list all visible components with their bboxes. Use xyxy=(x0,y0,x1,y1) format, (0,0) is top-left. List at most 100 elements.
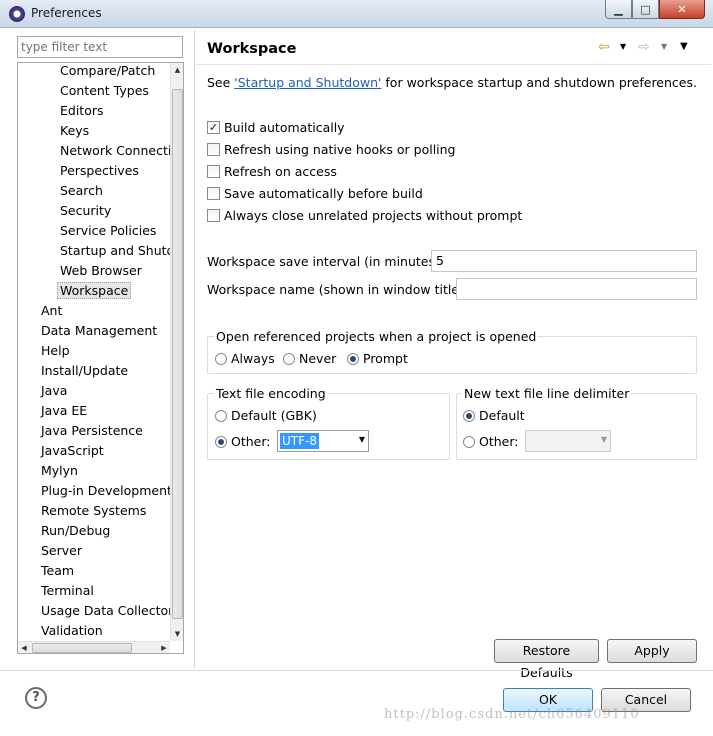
tree-item-label: Compare/Patch xyxy=(60,63,156,78)
tree-item[interactable]: Network Connecti xyxy=(18,141,170,161)
tree-item[interactable]: Java xyxy=(18,381,170,401)
tree-item[interactable]: Plug-in Development xyxy=(18,481,170,501)
tree-item[interactable]: Remote Systems xyxy=(18,501,170,521)
delimiter-select[interactable]: ▼ xyxy=(525,430,611,452)
tree-item[interactable]: Run/Debug xyxy=(18,521,170,541)
tree-item[interactable]: Mylyn xyxy=(18,461,170,481)
delimiter-default-option[interactable]: Default xyxy=(463,408,525,423)
tree-item[interactable]: Compare/Patch xyxy=(18,63,170,81)
open-ref-prompt-option[interactable]: Prompt xyxy=(347,351,408,366)
filter-input[interactable] xyxy=(17,36,183,58)
open-ref-never-radio[interactable] xyxy=(283,352,295,365)
encoding-other-label: Other: xyxy=(231,434,271,449)
workspace-name-field[interactable] xyxy=(456,278,697,300)
tree-item[interactable]: Search xyxy=(18,181,170,201)
save-before-build-checkbox[interactable] xyxy=(207,186,220,200)
view-menu-icon[interactable]: ▼ xyxy=(680,38,688,56)
back-menu-icon[interactable]: ▼ xyxy=(620,38,626,56)
delimiter-select-value xyxy=(528,433,532,449)
encoding-default-radio[interactable] xyxy=(215,409,227,422)
delimiter-default-label: Default xyxy=(479,408,525,423)
tree-item[interactable]: Install/Update xyxy=(18,361,170,381)
build-automatically-option[interactable]: ✓ Build automatically xyxy=(207,118,345,136)
workspace-name-label: Workspace name (shown in window title): xyxy=(207,282,469,297)
tree-item[interactable]: Editors xyxy=(18,101,170,121)
forward-arrow-icon[interactable]: ⇨ xyxy=(638,38,650,56)
tree-item[interactable]: Service Policies xyxy=(18,221,170,241)
tree-item-label: Startup and Shutd xyxy=(60,243,170,258)
open-ref-prompt-label: Prompt xyxy=(363,351,408,366)
encoding-other-option[interactable]: Other: xyxy=(215,434,270,449)
tree-vertical-scrollbar[interactable]: ▲ ▼ xyxy=(170,63,183,641)
tree-item[interactable]: Content Types xyxy=(18,81,170,101)
help-icon[interactable]: ? xyxy=(25,687,47,709)
tree-item-label: Workspace xyxy=(57,282,132,299)
tree-item[interactable]: Validation xyxy=(18,621,170,641)
restore-defaults-button[interactable]: Restore Defaults xyxy=(494,639,599,680)
build-automatically-checkbox[interactable]: ✓ xyxy=(207,120,220,134)
encoding-other-radio[interactable] xyxy=(215,435,227,448)
tree-item[interactable]: Server xyxy=(18,541,170,561)
tree-item[interactable]: Team xyxy=(18,561,170,581)
tree-item[interactable]: Web Browser xyxy=(18,261,170,281)
tree-item-label: Mylyn xyxy=(41,463,78,478)
tree-item[interactable]: Java EE xyxy=(18,401,170,421)
scroll-right-icon[interactable]: ▶ xyxy=(158,642,170,653)
scroll-left-icon[interactable]: ◀ xyxy=(18,642,30,653)
delimiter-default-radio[interactable] xyxy=(463,409,475,422)
tree-item[interactable]: Data Management xyxy=(18,321,170,341)
scroll-thumb[interactable] xyxy=(172,89,183,619)
tree-item[interactable]: JavaScript xyxy=(18,441,170,461)
open-ref-always-radio[interactable] xyxy=(215,352,227,365)
watermark: http://blog.csdn.net/ch656409110 xyxy=(384,707,640,722)
save-before-build-label: Save automatically before build xyxy=(224,185,423,201)
scroll-down-icon[interactable]: ▼ xyxy=(171,627,183,641)
hscroll-thumb[interactable] xyxy=(32,643,132,653)
tree-item-label: Team xyxy=(41,563,75,578)
minimize-button[interactable]: ▁ xyxy=(605,0,632,19)
tree-item[interactable]: Workspace xyxy=(18,281,170,301)
refresh-native-hooks-option[interactable]: Refresh using native hooks or polling xyxy=(207,140,456,158)
tree-item[interactable]: Ant xyxy=(18,301,170,321)
tree-item[interactable]: Keys xyxy=(18,121,170,141)
save-before-build-option[interactable]: Save automatically before build xyxy=(207,184,423,202)
chevron-down-icon[interactable]: ▼ xyxy=(601,435,607,444)
tree-item-label: Help xyxy=(41,343,70,358)
scroll-up-icon[interactable]: ▲ xyxy=(171,63,183,77)
refresh-on-access-checkbox[interactable] xyxy=(207,164,220,178)
tree-item[interactable]: Perspectives xyxy=(18,161,170,181)
open-ref-never-option[interactable]: Never xyxy=(283,351,336,366)
encoding-default-option[interactable]: Default (GBK) xyxy=(215,408,317,423)
startup-shutdown-link[interactable]: 'Startup and Shutdown' xyxy=(234,75,381,90)
delimiter-title: New text file line delimiter xyxy=(462,386,632,401)
tree-item[interactable]: Usage Data Collector xyxy=(18,601,170,621)
maximize-button[interactable]: □ xyxy=(632,0,659,19)
close-unrelated-option[interactable]: Always close unrelated projects without … xyxy=(207,206,522,224)
tree-item[interactable]: Java Persistence xyxy=(18,421,170,441)
tree-item[interactable]: Help xyxy=(18,341,170,361)
page-title: Workspace xyxy=(207,41,297,57)
back-arrow-icon[interactable]: ⇦ xyxy=(598,38,610,56)
chevron-down-icon[interactable]: ▼ xyxy=(359,435,365,444)
tree-item[interactable]: Startup and Shutd xyxy=(18,241,170,261)
panel-divider[interactable] xyxy=(194,30,195,668)
tree-item[interactable]: Security xyxy=(18,201,170,221)
tree-item[interactable]: Terminal xyxy=(18,581,170,601)
delimiter-other-option[interactable]: Other: xyxy=(463,434,518,449)
forward-menu-icon[interactable]: ▼ xyxy=(661,38,667,56)
window-title: Preferences xyxy=(31,6,102,20)
apply-button[interactable]: Apply xyxy=(607,639,697,663)
refresh-native-hooks-checkbox[interactable] xyxy=(207,142,220,156)
save-interval-field[interactable]: 5 xyxy=(431,250,697,272)
tree-item-label: Install/Update xyxy=(41,363,129,378)
open-ref-prompt-radio[interactable] xyxy=(347,352,359,365)
close-button[interactable]: ✕ xyxy=(659,0,705,19)
open-ref-always-option[interactable]: Always xyxy=(215,351,275,366)
tree-horizontal-scrollbar[interactable]: ◀ ▶ xyxy=(18,641,170,653)
tree-item-label: Web Browser xyxy=(60,263,142,278)
refresh-on-access-option[interactable]: Refresh on access xyxy=(207,162,337,180)
tree-item-label: Service Policies xyxy=(60,223,157,238)
delimiter-other-radio[interactable] xyxy=(463,435,475,448)
encoding-select[interactable]: UTF-8 ▼ xyxy=(277,430,369,452)
close-unrelated-checkbox[interactable] xyxy=(207,208,220,222)
